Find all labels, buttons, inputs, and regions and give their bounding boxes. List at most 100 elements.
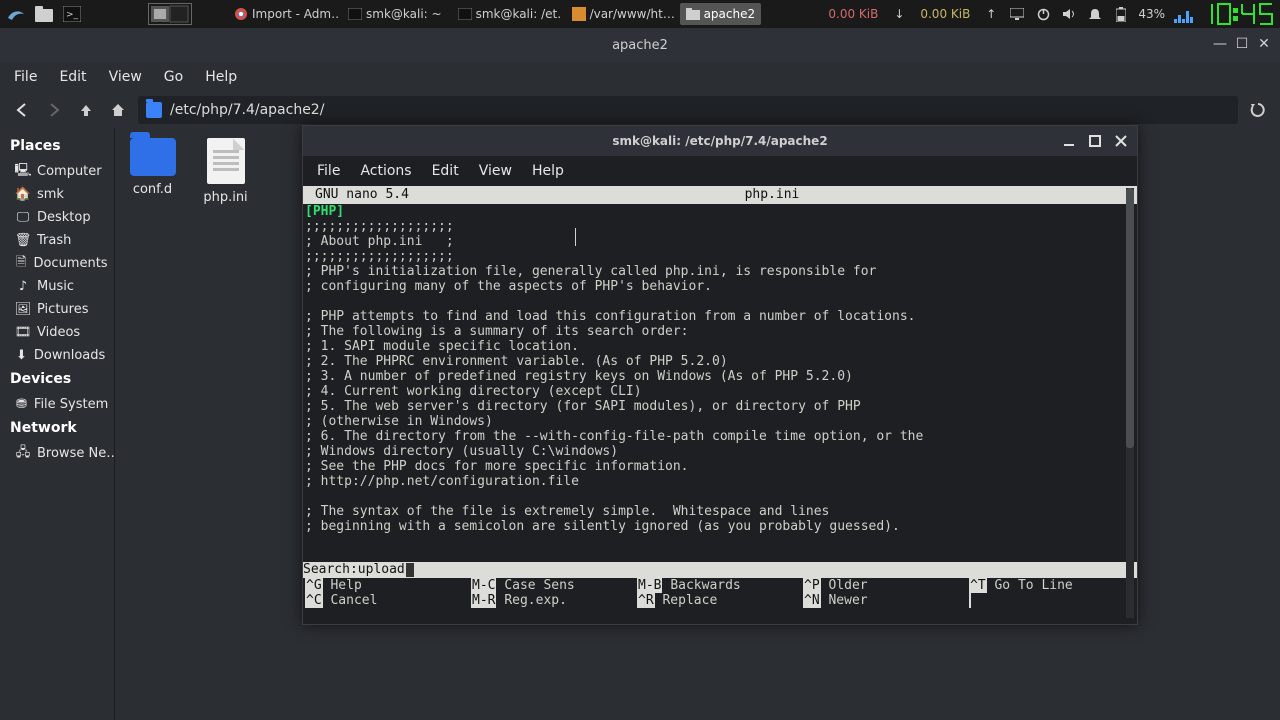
sidebar-network-head: Network [0,416,114,442]
cpu-load-bars [1174,5,1193,23]
fm-title: apache2 [612,38,668,53]
menu-file[interactable]: File [14,69,37,85]
menu-help[interactable]: Help [205,69,237,85]
search-cursor [406,563,414,577]
sidebar-item-desktop[interactable]: 🖵Desktop [0,206,114,229]
search-label: Search: [303,562,358,578]
search-value: upload [358,562,405,578]
menu-view[interactable]: View [479,163,512,179]
power-icon[interactable] [1035,6,1051,22]
fm-titlebar[interactable]: apache2 — ☐ ✕ [0,28,1280,62]
sidebar-item-browse-network[interactable]: 🖧Browse Ne… [0,442,114,465]
nano-search-bar[interactable]: Search: upload [303,562,1137,578]
sidebar-item-filesystem[interactable]: ⛃File System [0,393,114,416]
menu-go[interactable]: Go [164,69,183,85]
terminal-body[interactable]: [PHP] ;;;;;;;;;;;;;;;;;;; ; About php.in… [303,204,1137,562]
taskbar-app[interactable]: apache2 [680,3,762,25]
minimize-button[interactable] [1057,129,1081,153]
battery-icon [1113,6,1129,22]
taskbar-app[interactable]: Import - Adm… [228,3,338,25]
file-item-doc[interactable]: php.ini [198,138,253,205]
pictures-icon: 🖼 [16,303,30,317]
key-cancel: ^C Cancel [305,593,471,608]
sidebar-item-home[interactable]: 🏠smk [0,183,114,206]
taskbar-app[interactable]: smk@kali: ~ [342,3,448,25]
sidebar-item-videos[interactable]: 🎞Videos [0,321,114,344]
net-download: 0.00 KiB [822,7,884,21]
nano-version: GNU nano 5.4 [305,186,409,204]
text-cursor [575,228,576,246]
menu-edit[interactable]: Edit [432,163,459,179]
folder-icon [130,138,176,176]
display-icon[interactable] [1009,6,1025,22]
editor-icon [572,7,586,21]
key-backwards: M-B Backwards [637,578,803,593]
net-upload: 0.00 KiB [914,7,976,21]
file-label: php.ini [203,190,247,205]
download-arrow-icon: ↓ [891,6,907,22]
menu-edit[interactable]: Edit [59,69,86,85]
sidebar-devices-head: Devices [0,367,114,393]
key-newer: ^N Newer [803,593,969,608]
downloads-icon: ⬇ [16,349,27,363]
battery-percent: 43% [1138,7,1165,21]
sidebar-item-pictures[interactable]: 🖼Pictures [0,298,114,321]
minimize-button[interactable]: — [1210,34,1230,54]
taskbar-app[interactable]: /var/www/ht… [566,3,676,25]
file-content: ;;;;;;;;;;;;;;;;;;; ; About php.ini ; ;;… [305,219,923,534]
desktop-icon: 🖵 [16,211,30,225]
php-section-tag: [PHP] [305,204,344,219]
terminal-launcher-icon[interactable]: >_ [60,3,84,25]
close-button[interactable]: ✕ [1254,34,1274,54]
terminal-scrollbar[interactable] [1126,188,1134,618]
workspace-switcher[interactable] [148,3,192,25]
lcd-clock [1204,2,1276,26]
menu-actions[interactable]: Actions [360,163,411,179]
menu-view[interactable]: View [109,69,142,85]
nano-header: GNU nano 5.4 php.ini [303,186,1137,204]
close-button[interactable] [1109,129,1133,153]
menu-help[interactable]: Help [532,163,564,179]
key-help: ^G Help [305,578,471,593]
network-icon: 🖧 [16,447,30,461]
sidebar-item-downloads[interactable]: ⬇Downloads [0,344,114,367]
document-icon [207,138,245,184]
maximize-button[interactable] [1083,129,1107,153]
menu-file[interactable]: File [317,163,340,179]
scrollbar-thumb[interactable] [1126,188,1134,448]
taskbar-app-label: apache2 [704,7,756,21]
terminal-icon [458,8,472,20]
files-launcher-icon[interactable] [32,3,56,25]
term-menubar: File Actions Edit View Help [303,156,1137,186]
taskbar-app-label: Import - Adm… [252,7,338,21]
nav-up-button[interactable] [74,98,98,122]
svg-text:>_: >_ [66,10,79,20]
videos-icon: 🎞 [16,326,30,340]
upload-arrow-icon: ↑ [983,6,999,22]
folder-icon [686,8,700,20]
sidebar-item-documents[interactable]: 🗎Documents [0,252,114,275]
reload-button[interactable] [1246,98,1270,122]
music-icon: ♪ [16,280,30,294]
sidebar-item-computer[interactable]: 🖳Computer [0,160,114,183]
maximize-button[interactable]: ☐ [1232,34,1252,54]
file-item-folder[interactable]: conf.d [125,138,180,197]
nano-keybar: ^G Help M-C Case Sens M-B Backwards ^P O… [303,578,1137,608]
trash-icon: 🗑 [16,234,30,248]
nav-back-button[interactable] [10,98,34,122]
kali-menu-icon[interactable] [4,3,28,25]
disk-icon: ⛃ [16,398,27,412]
key-gotoline: ^T Go To Line [969,578,1135,593]
term-titlebar[interactable]: smk@kali: /etc/php/7.4/apache2 [303,126,1137,156]
key-regexp: M-R Reg.exp. [471,593,637,608]
path-bar[interactable]: /etc/php/7.4/apache2/ [138,96,1238,124]
sidebar-item-music[interactable]: ♪Music [0,275,114,298]
notification-icon[interactable] [1087,6,1103,22]
volume-icon[interactable] [1061,6,1077,22]
taskbar-app[interactable]: smk@kali: /et… [452,3,562,25]
nano-filename: php.ini [409,186,1135,204]
term-title: smk@kali: /etc/php/7.4/apache2 [612,134,827,148]
chrome-icon [234,7,248,21]
sidebar-item-trash[interactable]: 🗑Trash [0,229,114,252]
nav-home-button[interactable] [106,98,130,122]
